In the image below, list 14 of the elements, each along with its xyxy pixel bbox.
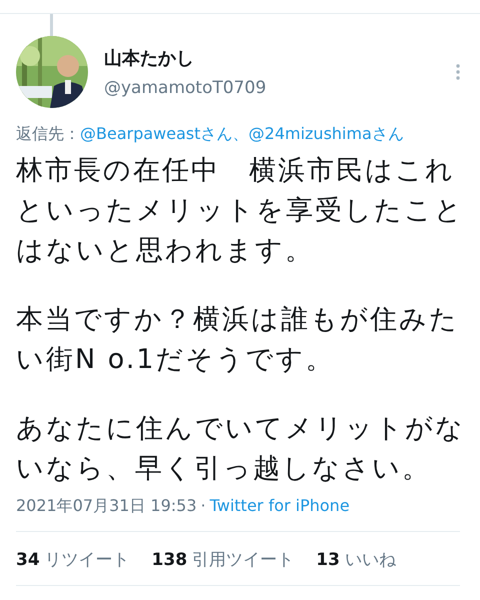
author-name[interactable]: 山本たかし [104,46,440,70]
stat-link[interactable]: 34 リツイート [16,548,130,571]
stat-link[interactable]: 138 引用ツイート [152,548,294,571]
tweet-text: 林市長の在任中 横浜市民はこれといったメリットを享受したことはないと思われます。 [16,154,465,268]
reply-label: 返信先： [16,124,80,145]
more-icon[interactable] [456,64,460,80]
timestamp: 2021年07月31日 19:53 [16,496,197,517]
author-handle[interactable]: @yamamotoT0709 [104,78,440,98]
stat-link[interactable]: 13 いいね [316,548,396,571]
tweet-text: 本当ですか？横浜は誰もが住みたい街N o.1だそうです。 [16,303,460,377]
tweet-text: あなたに住んでいてメリットがないなら、早く引っ越しなさい。 [16,412,466,486]
separator: 、 [232,124,249,145]
thread-line [50,14,53,36]
separator-dot: · [200,496,206,517]
